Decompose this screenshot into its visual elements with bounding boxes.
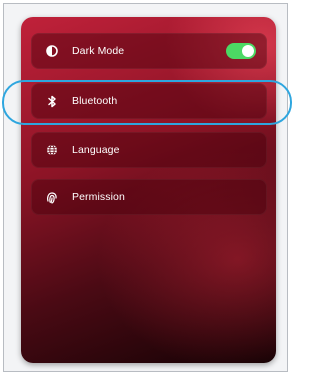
globe-icon bbox=[45, 143, 59, 157]
dark-mode-toggle[interactable] bbox=[226, 43, 256, 59]
setting-item-dark-mode[interactable]: Dark Mode bbox=[31, 33, 267, 69]
fingerprint-icon bbox=[45, 190, 59, 204]
setting-item-label: Language bbox=[72, 144, 120, 156]
settings-panel: Dark Mode Bluetooth Language Permission bbox=[21, 17, 276, 363]
setting-item-permission[interactable]: Permission bbox=[31, 179, 267, 215]
setting-item-label: Dark Mode bbox=[72, 45, 125, 57]
setting-item-bluetooth[interactable]: Bluetooth bbox=[31, 83, 267, 119]
setting-item-label: Permission bbox=[72, 191, 125, 203]
setting-item-language[interactable]: Language bbox=[31, 132, 267, 168]
setting-item-label: Bluetooth bbox=[72, 95, 118, 107]
bluetooth-icon bbox=[45, 94, 59, 108]
contrast-icon bbox=[45, 44, 59, 58]
toggle-knob bbox=[242, 45, 254, 57]
